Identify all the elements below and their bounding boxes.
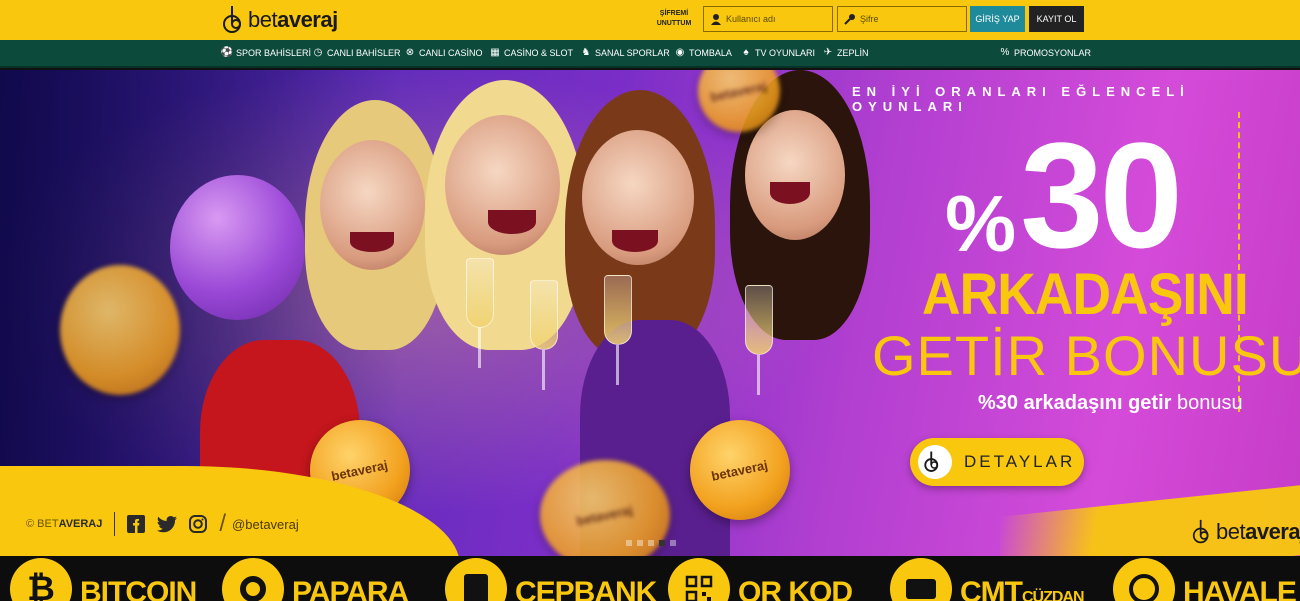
twitter-icon[interactable]: [157, 515, 178, 533]
corner-logo: betaveraj: [1192, 517, 1300, 547]
divider: [114, 512, 116, 536]
password-input[interactable]: [860, 14, 960, 24]
payment-bitcoin[interactable]: ₿ BITCOIN: [10, 558, 197, 601]
instagram-icon[interactable]: [189, 515, 208, 533]
bonus-title-line1: ARKADAŞINI: [922, 262, 1249, 327]
username-input[interactable]: [726, 14, 826, 24]
nav-item-tv-games[interactable]: ♠ TV OYUNLARI: [740, 47, 815, 59]
logo-text: betaveraj: [248, 7, 338, 32]
slide-dot[interactable]: [637, 540, 643, 546]
hero-banner[interactable]: betaveraj betaveraj betaveraj betaveraj …: [0, 70, 1300, 556]
nav-item-sports[interactable]: ⚽ SPOR BAHİSLERİ: [221, 47, 311, 59]
slide-dot[interactable]: [648, 540, 654, 546]
payment-papara[interactable]: PAPARA: [222, 558, 409, 601]
slide-dot-active[interactable]: [659, 540, 665, 546]
wallet-icon: [890, 558, 952, 601]
percent-badge-icon: %: [1000, 47, 1010, 58]
cepbank-icon: [445, 558, 507, 601]
balloon-illustration: [170, 175, 305, 320]
coin-decoration: betaveraj: [690, 420, 790, 520]
payment-qr-code[interactable]: QR KOD: [668, 558, 853, 601]
register-button[interactable]: KAYIT OL: [1029, 6, 1084, 32]
nav-item-casino-slot[interactable]: ▦ CASİNO & SLOT: [489, 47, 573, 59]
logo-b-icon: [918, 445, 952, 479]
username-field[interactable]: [703, 6, 833, 32]
slide-dot[interactable]: [626, 540, 632, 546]
live-clock-icon: ◷: [313, 47, 323, 58]
social-bar: © BETAVERAJ / @betaveraj: [26, 510, 299, 538]
logo-b-icon: [1192, 519, 1209, 544]
slash-divider: /: [219, 510, 227, 537]
casino-chip-icon: ⊗: [405, 47, 415, 58]
bonus-percent: % 30: [945, 111, 1183, 279]
site-logo[interactable]: betaveraj: [222, 4, 338, 36]
main-nav: ⚽ SPOR BAHİSLERİ ◷ CANLI BAHİSLER ⊗ CANLI C…: [0, 40, 1300, 68]
slot-machine-icon: ▦: [490, 47, 500, 58]
papara-icon: [222, 558, 284, 601]
nav-item-live-bets[interactable]: ◷ CANLI BAHİSLER: [312, 47, 401, 59]
qr-code-icon: [668, 558, 730, 601]
virtual-horse-icon: ♞: [581, 47, 591, 58]
slide-indicators: [626, 540, 681, 546]
slide-dot[interactable]: [670, 540, 676, 546]
lottery-ball-icon: ◉: [675, 47, 685, 58]
airplane-icon: ✈: [823, 47, 833, 58]
social-handle: @betaveraj: [232, 516, 299, 532]
key-icon: [844, 14, 855, 25]
details-label: DETAYLAR: [964, 452, 1076, 471]
payment-havale[interactable]: HAVALE: [1113, 558, 1297, 601]
top-bar: betaveraj ŞİFREMİ UNUTTUM GİRİŞ YAP KAYI…: [0, 0, 1300, 40]
bank-transfer-icon: [1113, 558, 1175, 601]
details-button[interactable]: DETAYLAR: [910, 438, 1084, 486]
payment-cepbank[interactable]: CEPBANK: [445, 558, 657, 601]
forgot-password-link[interactable]: ŞİFREMİ UNUTTUM: [654, 9, 694, 29]
spade-icon: ♠: [743, 47, 749, 58]
nav-item-virtual-sports[interactable]: ♞ SANAL SPORLAR: [580, 47, 670, 59]
logo-text: betaveraj: [1216, 519, 1300, 544]
nav-item-promotions[interactable]: % PROMOSYONLAR: [999, 47, 1091, 59]
nav-item-tombala[interactable]: ◉ TOMBALA: [674, 47, 732, 59]
hero-tagline: EN İYİ ORANLARI EĞLENCELİ OYUNLARI: [852, 84, 1190, 114]
soccer-ball-icon: ⚽: [220, 47, 234, 58]
facebook-icon[interactable]: [127, 515, 146, 533]
password-field[interactable]: [837, 6, 967, 32]
logo-b-icon: [223, 6, 241, 33]
copyright-text: © BETAVERAJ: [26, 518, 103, 530]
payment-methods-strip: ₿ BITCOIN PAPARA CEPBANK QR KOD CMTCÜZDA…: [0, 556, 1300, 601]
bonus-title-line2: GETİR BONUSU: [872, 324, 1300, 387]
nav-item-zeplin[interactable]: ✈ ZEPLİN: [822, 47, 869, 59]
bitcoin-icon: ₿: [10, 558, 72, 601]
coin-decoration: [60, 265, 180, 395]
login-button[interactable]: GİRİŞ YAP: [970, 6, 1025, 32]
bonus-subtitle: %30 arkadaşını getir bonusu: [978, 392, 1243, 414]
nav-item-live-casino[interactable]: ⊗ CANLI CASİNO: [404, 47, 483, 59]
user-icon: [711, 14, 721, 25]
payment-cmt-wallet[interactable]: CMTCÜZDAN: [890, 558, 1085, 601]
